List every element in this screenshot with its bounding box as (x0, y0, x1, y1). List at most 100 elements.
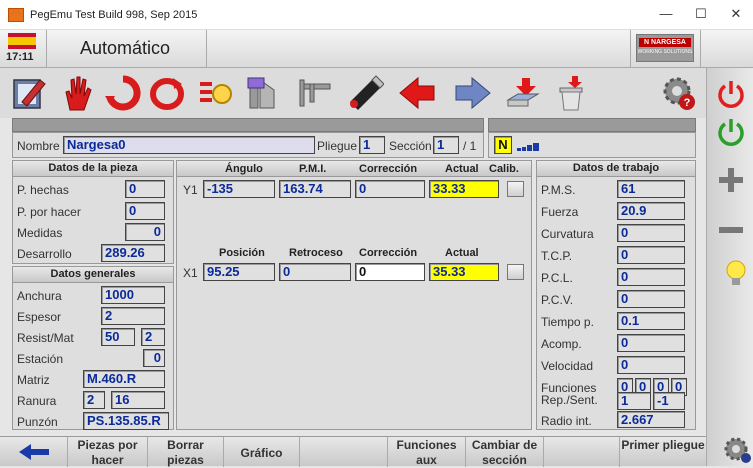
power-green-icon (718, 119, 744, 146)
borrar-piezas-button[interactable]: Borrar piezas (148, 437, 224, 467)
piezas-por-hacer-button[interactable]: Piezas por hacer (68, 437, 148, 467)
tcp-label: T.C.P. (541, 249, 573, 263)
lightbulb-icon (726, 260, 746, 285)
tools-icon[interactable] (244, 74, 282, 112)
y1-label: Y1 (183, 183, 198, 197)
x1-correccion-field[interactable]: 0 (355, 263, 425, 281)
arrow-right-icon[interactable] (454, 74, 492, 112)
estacion-field[interactable]: 0 (143, 349, 165, 367)
p-por-hacer-field[interactable]: 0 (125, 202, 165, 220)
calib-button[interactable] (507, 181, 524, 197)
funciones-aux-button[interactable]: Funciones aux (388, 437, 466, 467)
ranura-label: Ranura (17, 394, 57, 408)
signal-bars-icon (517, 143, 539, 151)
seccion-total: / 1 (463, 139, 477, 153)
app-icon (8, 7, 24, 22)
rep-field[interactable]: 1 (617, 392, 651, 410)
gear-help-icon[interactable]: ? (660, 74, 698, 112)
language-flag-button[interactable]: 17:11 (6, 33, 40, 65)
back-button[interactable] (0, 437, 68, 467)
material-field[interactable]: 2 (141, 328, 165, 346)
info-bar-right (488, 118, 696, 132)
medidas-field[interactable]: 0 (125, 223, 165, 241)
x1-posicion-field[interactable]: 95.25 (203, 263, 275, 281)
calib-x-button[interactable] (507, 264, 524, 280)
program-name-field[interactable]: Nargesa0 (63, 136, 315, 154)
increase-button[interactable] (711, 160, 751, 200)
machine-settings-icon[interactable] (196, 74, 234, 112)
hand-stop-icon[interactable] (58, 74, 96, 112)
actual-x-header: Actual (445, 247, 479, 259)
empty-slot (544, 437, 620, 467)
datos-trabajo-panel: Datos de trabajo P.M.S. 61 Fuerza 20.9 C… (536, 160, 696, 430)
divider (46, 30, 47, 68)
pliegue-label: Pliegue (317, 139, 358, 153)
pms-label: P.M.S. (541, 183, 576, 197)
curvatura-field[interactable]: 0 (617, 224, 685, 242)
light-button[interactable] (722, 254, 750, 294)
tiempo-field[interactable]: 0.1 (617, 312, 685, 330)
pcl-label: P.C.L. (541, 271, 573, 285)
grafico-button[interactable]: Gráfico (224, 437, 300, 467)
anchura-field[interactable]: 1000 (101, 286, 165, 304)
svg-text:?: ? (684, 97, 691, 109)
empty-slot (300, 437, 388, 467)
anchura-label: Anchura (17, 289, 62, 303)
p-hechas-field[interactable]: 0 (125, 180, 165, 198)
resist-field[interactable]: 50 (101, 328, 135, 346)
save-icon[interactable] (504, 74, 542, 112)
cambiar-seccion-button[interactable]: Cambiar de sección (466, 437, 544, 467)
resist-mat-label: Resist/Mat (17, 331, 74, 345)
stop-button[interactable] (711, 74, 751, 114)
medidas-label: Medidas (17, 226, 63, 240)
sent-field[interactable]: -1 (653, 392, 685, 410)
x1-retroceso-field[interactable]: 0 (279, 263, 351, 281)
pms-field[interactable]: 61 (617, 180, 685, 198)
arrow-left-icon[interactable] (398, 74, 436, 112)
caliper-icon[interactable] (294, 74, 332, 112)
espesor-field[interactable]: 2 (101, 307, 165, 325)
close-window-button[interactable]: ✕ (721, 6, 751, 22)
velocidad-field[interactable]: 0 (617, 356, 685, 374)
radio-label: Radio int. (541, 414, 592, 428)
decrease-button[interactable] (711, 210, 751, 250)
pcv-field[interactable]: 0 (617, 290, 685, 308)
brand-logo: N NARGESA WORKING SOLUTIONS (636, 34, 694, 62)
edit-program-icon[interactable] (10, 74, 48, 112)
window-title: PegEmu Test Build 998, Sep 2015 (30, 8, 198, 21)
p-por-hacer-label: P. por hacer (17, 205, 81, 219)
datos-pieza-panel: Datos de la pieza P. hechas 0 P. por hac… (12, 160, 174, 264)
start-button[interactable] (711, 112, 751, 152)
pcl-field[interactable]: 0 (617, 268, 685, 286)
pliegue-field[interactable]: 1 (359, 136, 385, 154)
rep-sent-label: Rep./Sent. (541, 393, 598, 407)
tcp-field[interactable]: 0 (617, 246, 685, 264)
punzon-field[interactable]: PS.135.85.R (83, 412, 169, 430)
matriz-label: Matriz (17, 373, 50, 387)
maximize-button[interactable]: ☐ (686, 6, 716, 22)
y1-actual-field: 33.33 (429, 180, 499, 198)
ranura-field-2[interactable]: 16 (111, 391, 165, 409)
y1-pmi-field[interactable]: 163.74 (279, 180, 351, 198)
mode-indicator-bar: N (488, 132, 696, 158)
matriz-field[interactable]: M.460.R (83, 370, 165, 388)
pmi-header: P.M.I. (299, 163, 327, 175)
trash-icon[interactable] (552, 74, 590, 112)
y1-correccion-field[interactable]: 0 (355, 180, 425, 198)
settings-corner-button[interactable] (717, 428, 753, 468)
y1-angulo-field[interactable]: -135 (203, 180, 275, 198)
minimize-button[interactable]: — (651, 6, 681, 21)
acomp-field[interactable]: 0 (617, 334, 685, 352)
radio-field: 2.667 (617, 411, 685, 428)
espesor-label: Espesor (17, 310, 62, 324)
ranura-field-1[interactable]: 2 (83, 391, 105, 409)
primer-pliegue-button[interactable]: Primer pliegue (620, 437, 706, 467)
usb-drive-icon[interactable] (346, 74, 384, 112)
datos-generales-title: Datos generales (13, 267, 173, 283)
fuerza-field[interactable]: 20.9 (617, 202, 685, 220)
cycle-icon[interactable] (104, 74, 142, 112)
cycle-outline-icon[interactable] (148, 74, 186, 112)
desarrollo-field: 289.26 (101, 244, 165, 262)
spain-flag-icon (8, 33, 36, 49)
seccion-field[interactable]: 1 (433, 136, 459, 154)
